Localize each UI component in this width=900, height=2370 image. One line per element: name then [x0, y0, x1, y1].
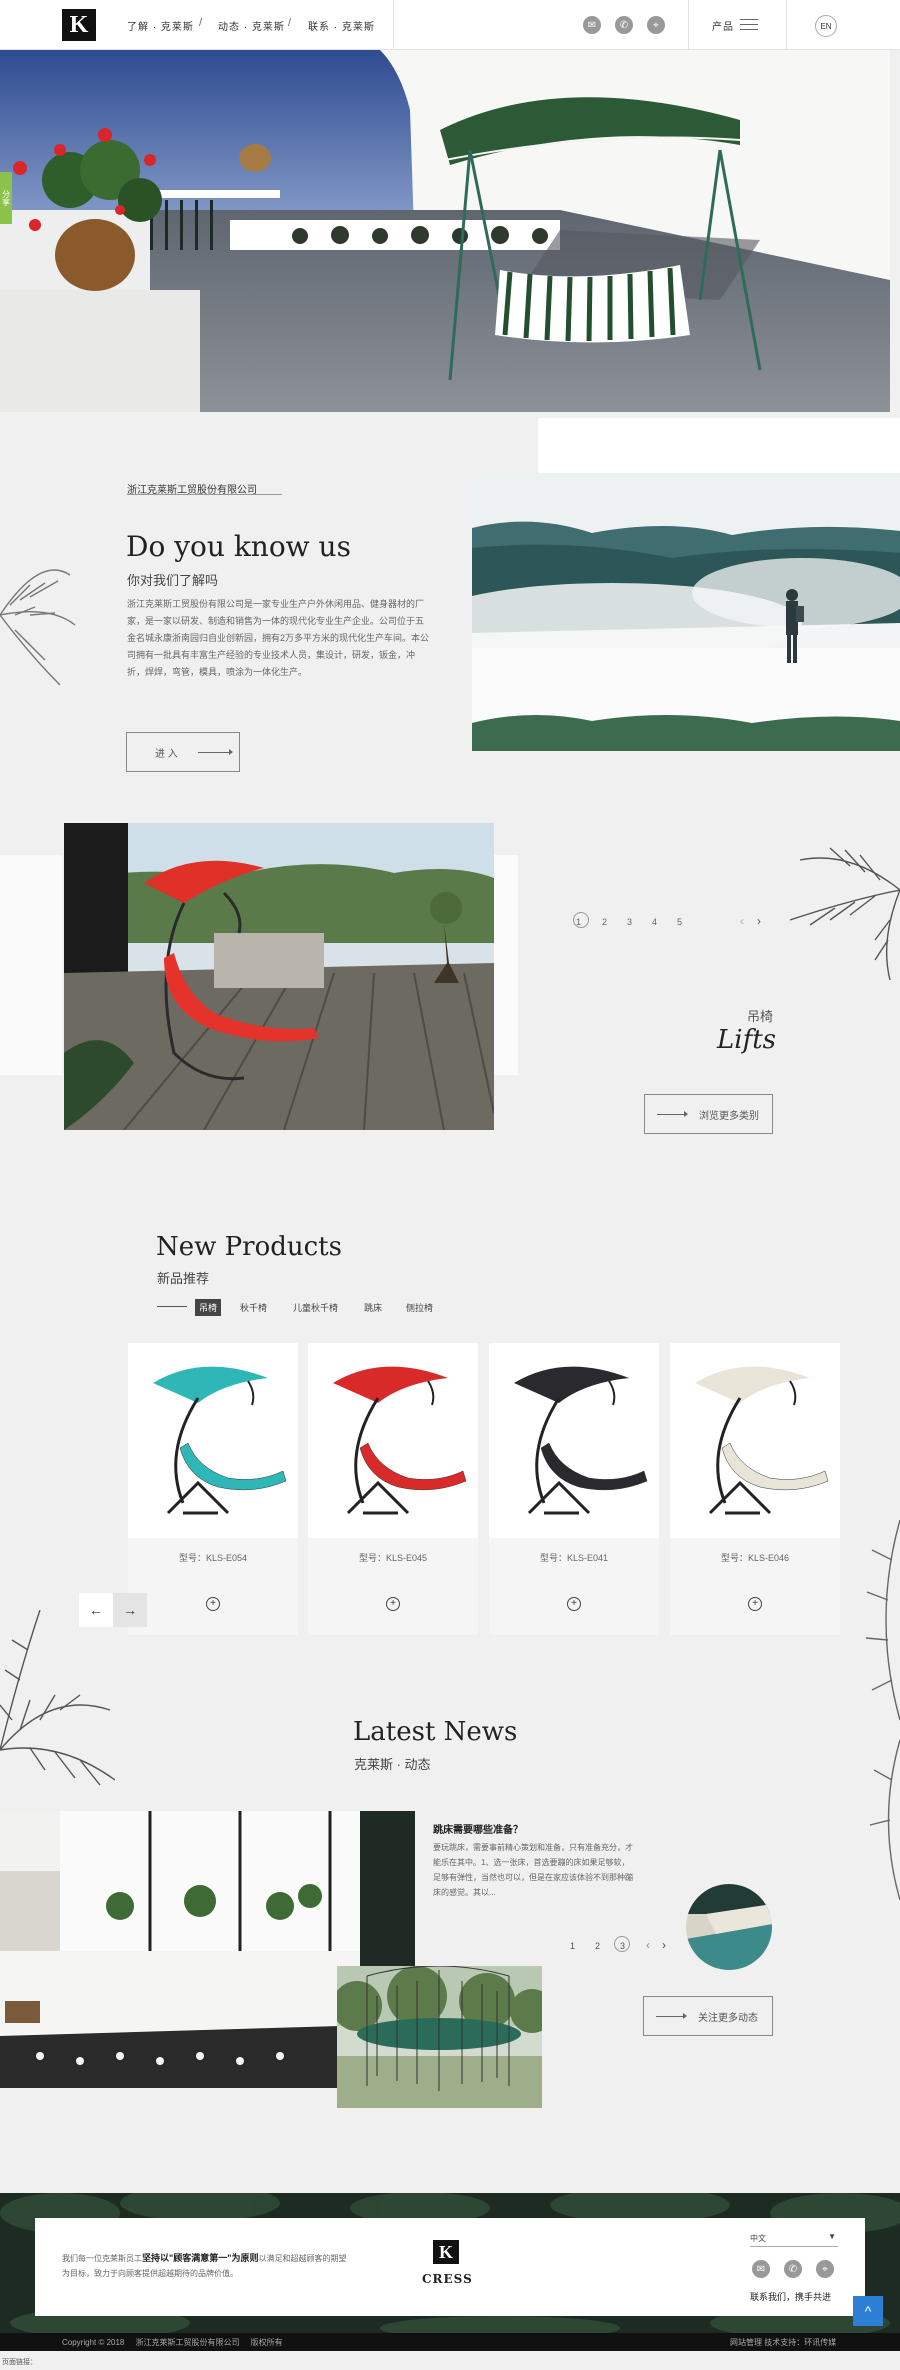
- footer-logo[interactable]: K: [433, 2240, 459, 2264]
- plus-icon[interactable]: +: [748, 1597, 762, 1611]
- plus-icon[interactable]: +: [567, 1597, 581, 1611]
- slider-prev-icon[interactable]: ‹: [740, 914, 744, 928]
- footer-contact-label[interactable]: 联系我们，携手共进: [750, 2290, 831, 2303]
- tab-swing-chair[interactable]: 秋千椅: [236, 1299, 271, 1316]
- product-card[interactable]: 型号：KLS-E046 +: [670, 1343, 840, 1635]
- news-circle-image: [686, 1884, 772, 1970]
- footer-right-links[interactable]: 网站管理 技术支持：环讯传媒: [730, 2337, 836, 2348]
- featured-category-cn: 吊椅: [747, 1009, 774, 1024]
- news-page-1[interactable]: 1: [570, 1941, 575, 1951]
- product-card[interactable]: 型号：KLS-E045 +: [308, 1343, 478, 1635]
- decor-panel: [0, 855, 62, 1075]
- back-to-top-button[interactable]: ^: [853, 2296, 883, 2326]
- palm-leaf-decoration: [0, 569, 76, 686]
- products-next-button[interactable]: →: [113, 1593, 147, 1627]
- language-select[interactable]: 中文 ▼: [750, 2232, 838, 2247]
- news-thumbnail: [337, 1966, 542, 2108]
- mail-icon[interactable]: ✉: [752, 2260, 770, 2278]
- share-tab[interactable]: 分享: [0, 172, 12, 224]
- news-next-icon[interactable]: ›: [662, 1938, 666, 1952]
- nav-about[interactable]: 了解 · 克莱斯: [127, 18, 194, 33]
- palm-leaf-decoration: [0, 1610, 115, 1786]
- divider: [127, 494, 282, 495]
- nav-contact[interactable]: 联系 · 克莱斯: [308, 18, 375, 33]
- products-title-cn: 新品推荐: [157, 1271, 210, 1286]
- active-page-ring: [614, 1936, 630, 1952]
- footer-slogan: 我们每一位克莱斯员工坚持以"顾客满意第一"为原则以满足和超越顾客的期望为目标，致…: [62, 2253, 347, 2278]
- more-news-button[interactable]: 关注更多动态: [643, 1996, 773, 2036]
- slider-page-3[interactable]: 3: [627, 917, 632, 927]
- page-links-label: 页面链接：: [2, 2359, 37, 2366]
- decor-panel: [538, 418, 900, 473]
- product-image: [128, 1343, 298, 1538]
- slider-page-4[interactable]: 4: [652, 917, 657, 927]
- slider-page-2[interactable]: 2: [602, 917, 607, 927]
- hero-image: [0, 50, 890, 412]
- news-title-cn: 克莱斯 · 动态: [354, 1757, 431, 1772]
- product-model: 型号：KLS-E041: [539, 1553, 609, 1563]
- product-model: 型号：KLS-E045: [358, 1553, 428, 1563]
- divider: [688, 0, 689, 50]
- copyright-text: Copyright © 2018 浙江克莱斯工贸股份有限公司 版权所有: [62, 2338, 283, 2347]
- nav-news[interactable]: 动态 · 克莱斯: [218, 18, 285, 33]
- news-page-2[interactable]: 2: [595, 1941, 600, 1951]
- about-title-cn: 你对我们了解吗: [127, 573, 219, 588]
- news-body: 要玩跳床，需要事前精心策划和准备，只有准备充分，才能乐在其中。1、选一张床，首选…: [433, 1843, 633, 1897]
- language-switch[interactable]: EN: [815, 15, 837, 37]
- mail-icon[interactable]: ✉: [583, 16, 601, 34]
- tab-hanging-chair[interactable]: 吊椅: [195, 1299, 222, 1316]
- logo[interactable]: K: [62, 9, 96, 41]
- footer-brand: CRESS: [422, 2272, 473, 2286]
- hero-banner: 分享: [0, 50, 890, 412]
- news-prev-icon[interactable]: ‹: [646, 1938, 650, 1952]
- plus-icon[interactable]: +: [206, 1597, 220, 1611]
- copyright-bar: Copyright © 2018 浙江克莱斯工贸股份有限公司 版权所有 网站管理…: [0, 2333, 900, 2351]
- about-image: [472, 473, 900, 751]
- browse-categories-button[interactable]: 浏览更多类别: [644, 1094, 773, 1134]
- location-icon[interactable]: ⌖: [647, 16, 665, 34]
- product-model: 型号：KLS-E054: [178, 1553, 248, 1563]
- divider: [157, 1306, 187, 1307]
- tab-trampoline[interactable]: 跳床: [360, 1299, 386, 1316]
- featured-category-en: Lifts: [717, 1025, 776, 1055]
- active-page-ring: [573, 912, 589, 928]
- news-title-en: Latest News: [353, 1717, 518, 1747]
- slider-page-5[interactable]: 5: [677, 917, 682, 927]
- product-image: [308, 1343, 478, 1538]
- tab-kids-swing[interactable]: 儿童秋千椅: [289, 1299, 342, 1316]
- phone-icon[interactable]: ✆: [784, 2260, 802, 2278]
- product-image: [489, 1343, 659, 1538]
- site-header: K 了解 · 克莱斯 / 动态 · 克莱斯 / 联系 · 克莱斯 ✉ ✆ ⌖ 产…: [0, 0, 900, 50]
- slider-next-icon[interactable]: ›: [757, 914, 761, 928]
- decor-panel: [494, 855, 518, 1075]
- product-image: [670, 1343, 840, 1538]
- product-card[interactable]: 型号：KLS-E054 +: [128, 1343, 298, 1635]
- nav-separator: /: [199, 17, 203, 29]
- phone-icon[interactable]: ✆: [615, 16, 633, 34]
- products-title-en: New Products: [156, 1232, 342, 1262]
- about-title-en: Do you know us: [126, 530, 351, 563]
- news-headline[interactable]: 跳床需要哪些准备？: [433, 1821, 523, 1836]
- divider: [393, 0, 394, 50]
- dropdown-arrow-icon: ▼: [828, 2232, 836, 2241]
- product-model: 型号：KLS-E046: [720, 1553, 790, 1563]
- plus-icon[interactable]: +: [386, 1597, 400, 1611]
- location-icon[interactable]: ⌖: [816, 2260, 834, 2278]
- nav-separator: /: [288, 17, 292, 29]
- tab-side-chair[interactable]: 侧拉椅: [402, 1299, 437, 1316]
- about-body: 浙江克莱斯工贸股份有限公司是一家专业生产户外休闲用品、健身器材的厂家，是一家以研…: [127, 599, 430, 677]
- enter-button[interactable]: 进 入: [126, 732, 240, 772]
- product-card[interactable]: 型号：KLS-E041 +: [489, 1343, 659, 1635]
- palm-leaf-decoration: [865, 1520, 900, 1900]
- featured-image: [64, 823, 494, 1130]
- divider: [786, 0, 787, 50]
- products-menu-label[interactable]: 产品: [712, 18, 734, 33]
- palm-leaf-decoration: [790, 847, 900, 980]
- menu-icon[interactable]: [740, 19, 758, 34]
